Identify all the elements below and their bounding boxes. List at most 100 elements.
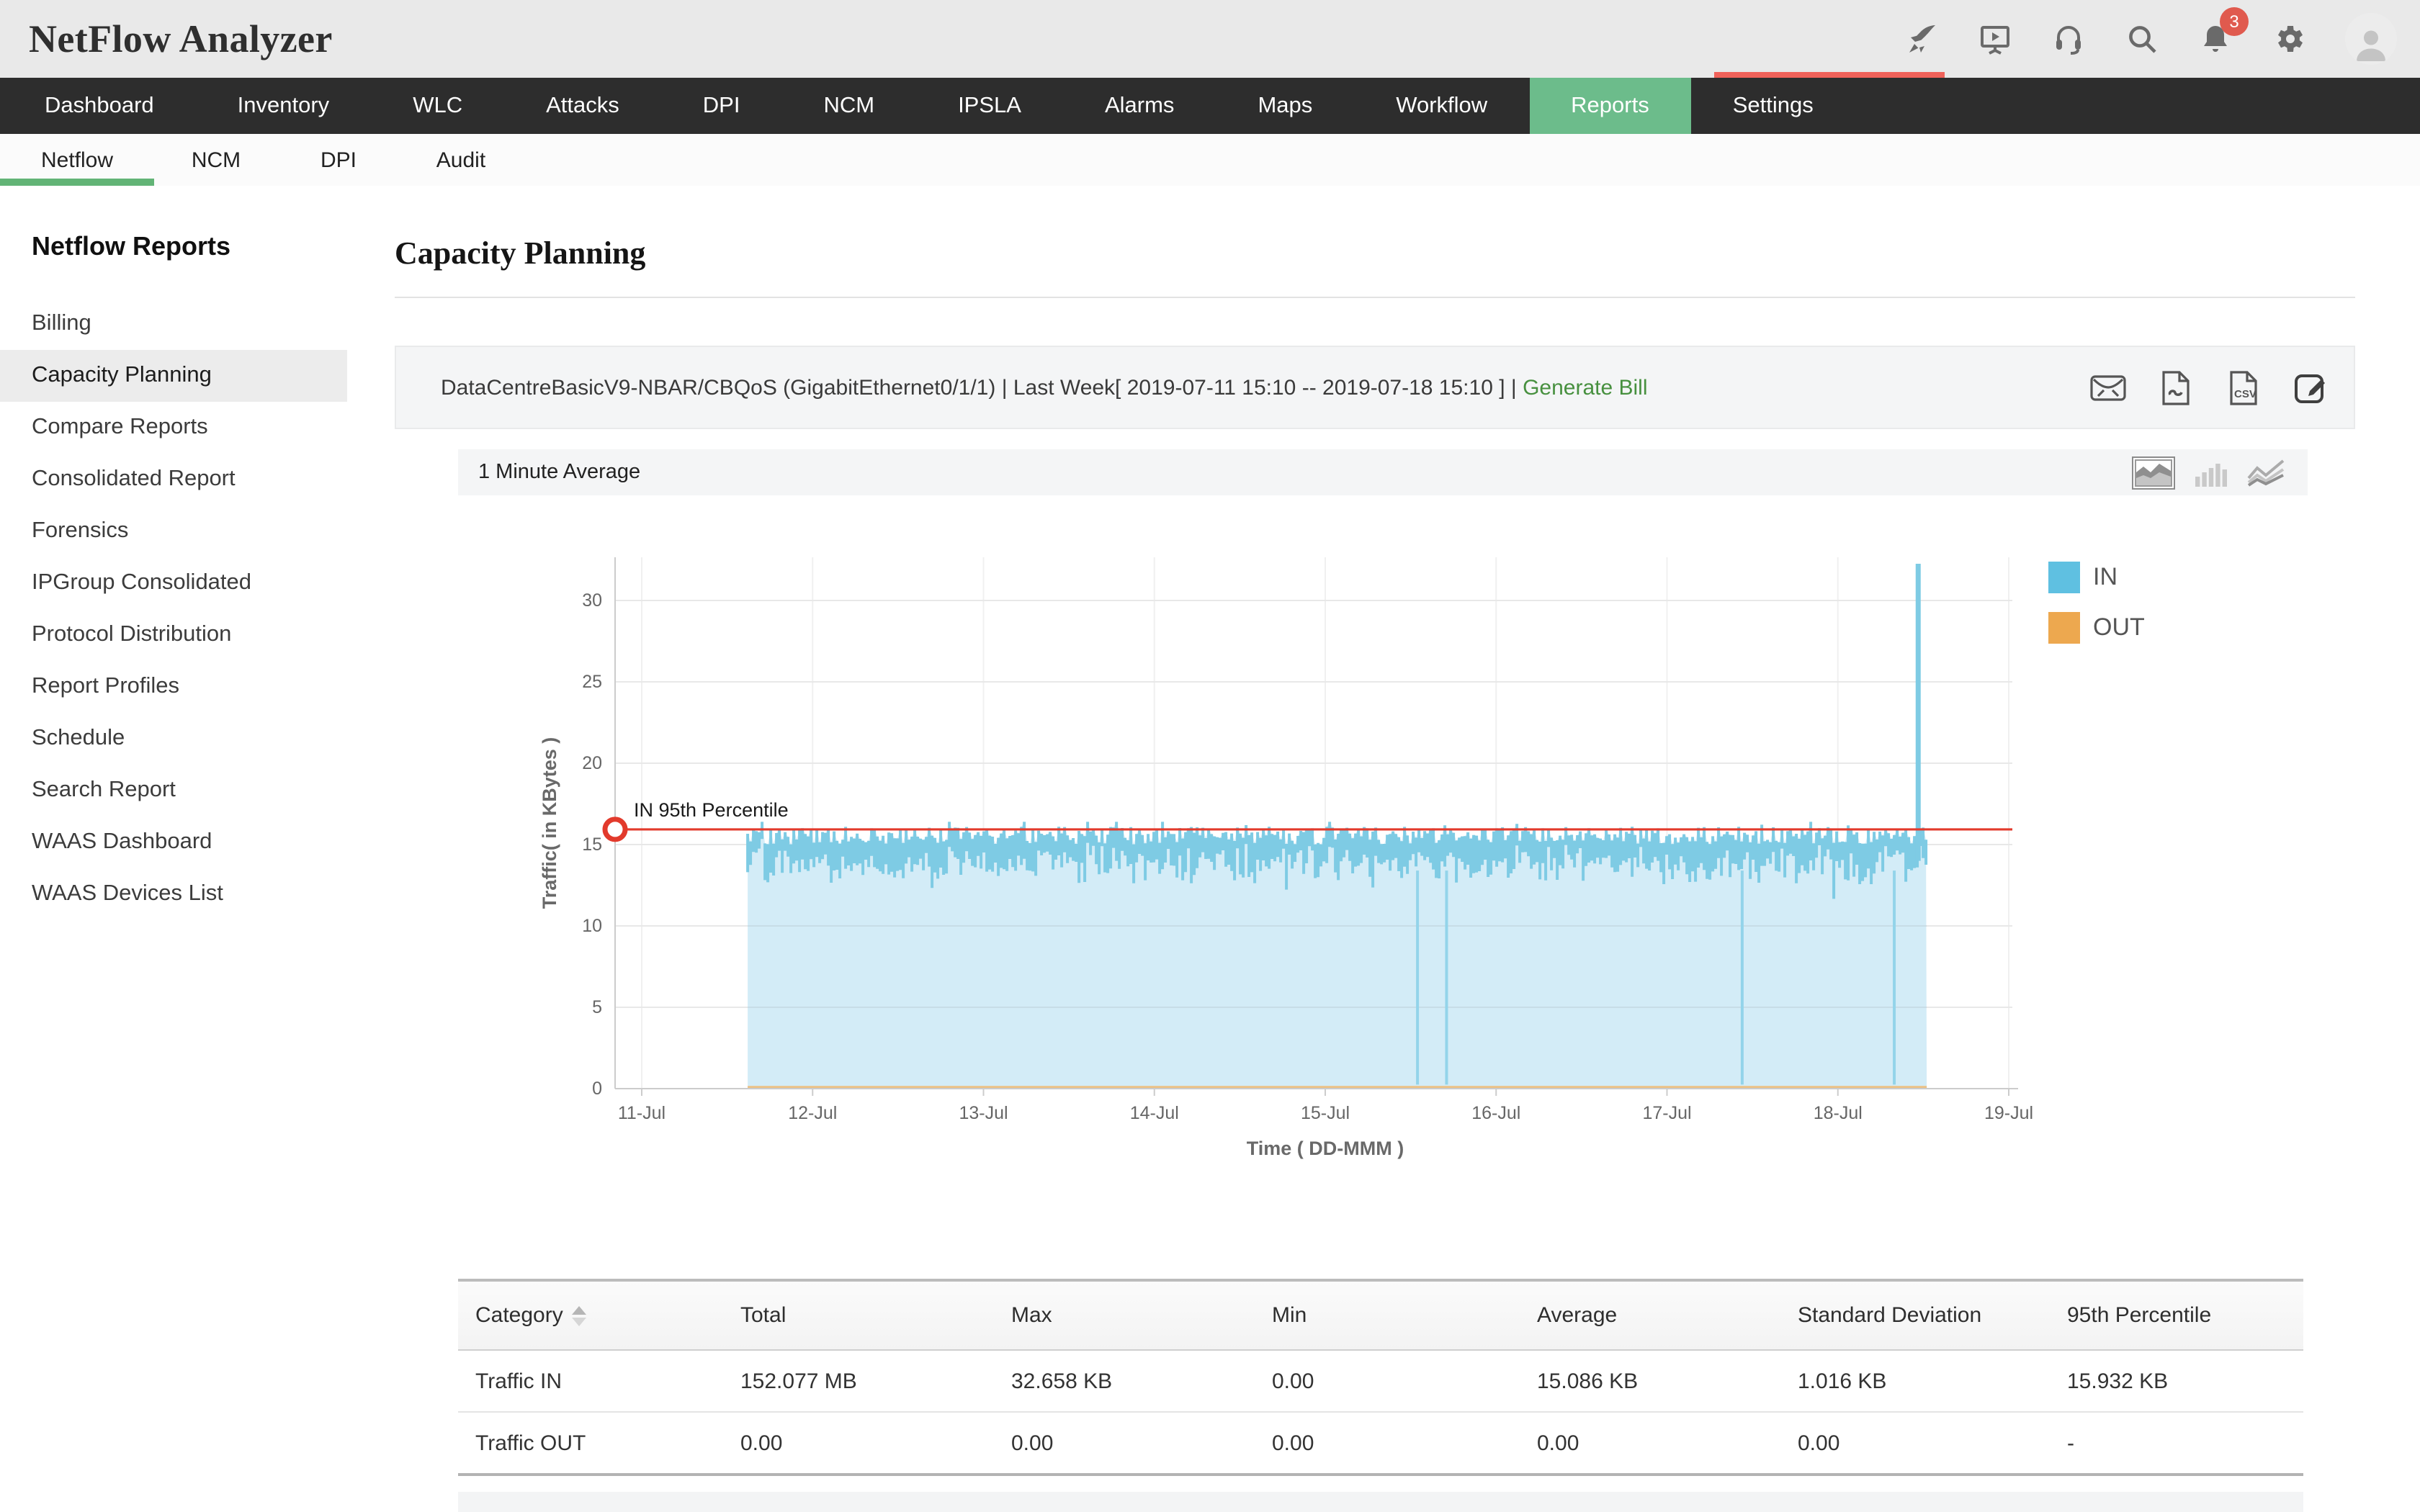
sidebar-item-ipgroup-consolidated[interactable]: IPGroup Consolidated <box>0 557 347 609</box>
chart-legend: IN OUT <box>2048 562 2145 662</box>
report-actions: CSV <box>2089 368 2331 407</box>
traffic-stats-table: CategoryTotalMaxMinAverageStandard Devia… <box>458 1279 2303 1476</box>
value-cell: 0.00 <box>740 1412 1011 1475</box>
sort-icon[interactable] <box>572 1306 586 1326</box>
svg-text:15: 15 <box>582 834 602 855</box>
report-device-label: DataCentreBasicV9-NBAR/CBQoS (GigabitEth… <box>441 375 995 400</box>
sidebar-item-search-report[interactable]: Search Report <box>0 765 347 816</box>
legend-item-out[interactable]: OUT <box>2048 612 2145 644</box>
demo-video-icon[interactable] <box>1978 22 2012 56</box>
chart-granularity-label: 1 Minute Average <box>478 461 640 484</box>
legend-label: OUT <box>2093 613 2145 642</box>
sidebar-item-protocol-distribution[interactable]: Protocol Distribution <box>0 609 347 661</box>
column-header-average[interactable]: Average <box>1537 1280 1798 1350</box>
sidebar-item-schedule[interactable]: Schedule <box>0 713 347 765</box>
nav-item-workflow[interactable]: Workflow <box>1354 78 1529 134</box>
email-icon[interactable] <box>2089 368 2128 407</box>
column-header-category[interactable]: Category <box>458 1280 740 1350</box>
report-selection-text: DataCentreBasicV9-NBAR/CBQoS (GigabitEth… <box>441 375 1648 400</box>
category-cell: Traffic IN <box>458 1350 740 1412</box>
column-header-total[interactable]: Total <box>740 1280 1011 1350</box>
title-divider <box>395 297 2355 298</box>
nav-item-ipsla[interactable]: IPSLA <box>916 78 1063 134</box>
separator: | <box>1511 375 1523 400</box>
sidebar-item-waas-dashboard[interactable]: WAAS Dashboard <box>0 816 347 868</box>
chart-type-switcher <box>2132 456 2285 489</box>
global-search-icon[interactable] <box>2125 22 2159 56</box>
separator: | <box>1002 375 1013 400</box>
bar-chart-icon[interactable] <box>2194 459 2228 486</box>
svg-text:Time ( DD-MMM ): Time ( DD-MMM ) <box>1247 1138 1404 1159</box>
nav-item-settings[interactable]: Settings <box>1691 78 1855 134</box>
svg-text:17-Jul: 17-Jul <box>1642 1103 1691 1123</box>
user-avatar[interactable] <box>2345 13 2397 65</box>
svg-text:15-Jul: 15-Jul <box>1301 1103 1350 1123</box>
nav-item-wlc[interactable]: WLC <box>371 78 504 134</box>
pdf-export-icon[interactable] <box>2156 368 2195 407</box>
svg-text:0: 0 <box>592 1079 602 1099</box>
svg-text:25: 25 <box>582 672 602 692</box>
svg-text:CSV: CSV <box>2234 387 2257 400</box>
legend-item-in[interactable]: IN <box>2048 562 2145 593</box>
sidebar-item-report-profiles[interactable]: Report Profiles <box>0 661 347 713</box>
legend-label: IN <box>2093 563 2118 592</box>
sidebar-item-forensics[interactable]: Forensics <box>0 505 347 557</box>
generate-bill-link[interactable]: Generate Bill <box>1523 375 1647 400</box>
nav-item-alarms[interactable]: Alarms <box>1063 78 1216 134</box>
notifications-bell-icon[interactable]: 3 <box>2198 22 2233 56</box>
svg-text:Traffic( in KBytes ): Traffic( in KBytes ) <box>539 737 560 909</box>
subtab-netflow[interactable]: Netflow <box>0 134 154 186</box>
getting-started-rocket-icon[interactable] <box>1904 22 1939 56</box>
value-cell: - <box>2067 1412 2303 1475</box>
nav-item-maps[interactable]: Maps <box>1216 78 1354 134</box>
sidebar-item-compare-reports[interactable]: Compare Reports <box>0 402 347 454</box>
subtab-ncm[interactable]: NCM <box>154 134 278 186</box>
column-header-standard-deviation[interactable]: Standard Deviation <box>1798 1280 2067 1350</box>
main-nav: DashboardInventoryWLCAttacksDPINCMIPSLAA… <box>0 78 2420 134</box>
main-content: Capacity Planning DataCentreBasicV9-NBAR… <box>347 186 2420 1512</box>
value-cell: 1.016 KB <box>1798 1350 2067 1412</box>
sidebar-item-billing[interactable]: Billing <box>0 298 347 350</box>
column-header-95th-percentile[interactable]: 95th Percentile <box>2067 1280 2303 1350</box>
nav-item-dashboard[interactable]: Dashboard <box>3 78 196 134</box>
subtab-dpi[interactable]: DPI <box>278 134 399 186</box>
report-period-label: Last Week[ 2019-07-11 15:10 -- 2019-07-1… <box>1013 375 1505 400</box>
nav-item-inventory[interactable]: Inventory <box>196 78 372 134</box>
csv-export-icon[interactable]: CSV <box>2224 368 2263 407</box>
column-header-max[interactable]: Max <box>1011 1280 1272 1350</box>
nav-item-attacks[interactable]: Attacks <box>504 78 661 134</box>
sidebar-item-capacity-planning[interactable]: Capacity Planning <box>0 350 347 402</box>
value-cell: 0.00 <box>1272 1412 1537 1475</box>
value-cell: 0.00 <box>1798 1412 2067 1475</box>
page-title: Capacity Planning <box>395 235 2420 272</box>
value-cell: 15.086 KB <box>1537 1350 1798 1412</box>
svg-text:IN 95th Percentile: IN 95th Percentile <box>634 799 789 821</box>
nav-item-reports[interactable]: Reports <box>1529 78 1691 134</box>
support-headset-icon[interactable] <box>2051 22 2086 56</box>
settings-gear-icon[interactable] <box>2272 22 2306 56</box>
notification-badge: 3 <box>2220 7 2249 36</box>
svg-text:11-Jul: 11-Jul <box>618 1103 666 1123</box>
sidebar-item-consolidated-report[interactable]: Consolidated Report <box>0 454 347 505</box>
report-header-bar: DataCentreBasicV9-NBAR/CBQoS (GigabitEth… <box>395 346 2355 429</box>
table-header-row: CategoryTotalMaxMinAverageStandard Devia… <box>458 1280 2303 1350</box>
value-cell: 152.077 MB <box>740 1350 1011 1412</box>
nav-item-ncm[interactable]: NCM <box>781 78 916 134</box>
topbar-icon-group: 3 <box>1904 0 2397 78</box>
edit-report-icon[interactable] <box>2292 368 2331 407</box>
line-chart-icon[interactable] <box>2247 459 2285 486</box>
svg-text:16-Jul: 16-Jul <box>1471 1103 1520 1123</box>
subtab-audit[interactable]: Audit <box>399 134 523 186</box>
column-header-min[interactable]: Min <box>1272 1280 1537 1350</box>
svg-text:18-Jul: 18-Jul <box>1814 1103 1863 1123</box>
svg-text:20: 20 <box>582 753 602 773</box>
reports-sidebar: Netflow Reports BillingCapacity Planning… <box>0 186 349 1512</box>
area-chart-icon[interactable] <box>2132 456 2175 489</box>
nav-item-dpi[interactable]: DPI <box>661 78 782 134</box>
table-row-traffic-in: Traffic IN152.077 MB32.658 KB0.0015.086 … <box>458 1350 2303 1412</box>
netflow-analyzer-app: NetFlow Analyzer 3 <box>0 0 2420 1512</box>
svg-text:13-Jul: 13-Jul <box>959 1103 1008 1123</box>
legend-swatch-out <box>2048 612 2080 644</box>
value-cell: 0.00 <box>1272 1350 1537 1412</box>
sidebar-item-waas-devices-list[interactable]: WAAS Devices List <box>0 868 347 920</box>
